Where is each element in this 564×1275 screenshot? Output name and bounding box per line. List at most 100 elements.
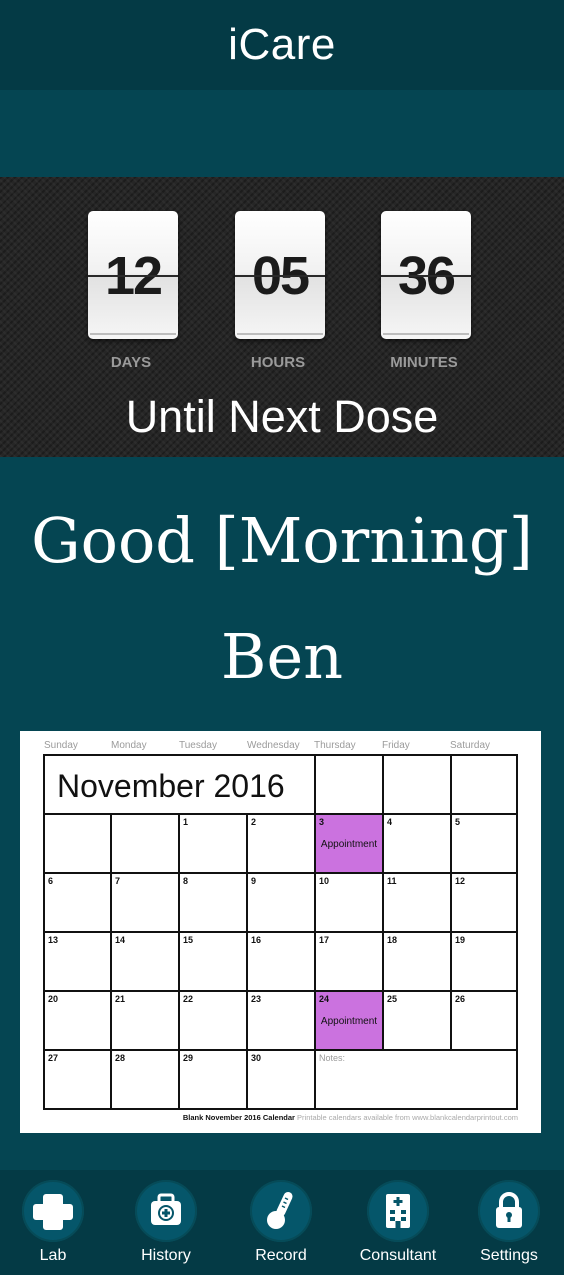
weekday-label: Friday: [382, 740, 410, 751]
tab-settings-label: Settings: [480, 1247, 538, 1264]
greeting-text: Good [Morning]: [31, 504, 533, 577]
calendar-empty-cell: [384, 756, 452, 815]
tab-consultant-label: Consultant: [359, 1247, 437, 1264]
calendar-footer-source: Printable calendars available from www.b…: [297, 1113, 518, 1122]
calendar[interactable]: November 2016 1 2 3 Appointment 4 5 6 7 8 9 10 11 12 1…: [20, 731, 541, 1133]
day-number: 11: [387, 876, 397, 886]
weekday-label: Sunday: [44, 740, 78, 751]
day-number: 1: [183, 817, 189, 827]
appointment-day-cell[interactable]: 24 Appointment: [316, 992, 384, 1051]
calendar-day-cell[interactable]: 26: [452, 992, 518, 1051]
calendar-day-cell[interactable]: 4: [384, 815, 452, 874]
minutes-label: MINUTES: [390, 354, 458, 371]
hours-value: 05: [251, 246, 310, 306]
appointment-day-cell[interactable]: 3 Appointment: [316, 815, 384, 874]
calendar-day-cell[interactable]: 30: [248, 1051, 316, 1108]
calendar-day-cell[interactable]: 20: [45, 992, 112, 1051]
calendar-day-cell[interactable]: 29: [180, 1051, 248, 1108]
app-header: iCare: [0, 0, 564, 90]
calendar-grid: November 2016 1 2 3 Appointment 4 5 6 7 8 9 10 11 12 1…: [43, 754, 518, 1110]
calendar-day-cell[interactable]: 18: [384, 933, 452, 992]
day-number: 7: [115, 876, 121, 886]
day-number: 8: [183, 876, 189, 886]
calendar-day-cell[interactable]: 8: [180, 874, 248, 933]
calendar-empty-cell: [112, 815, 180, 874]
day-number: 16: [251, 935, 262, 945]
user-name: Ben: [220, 620, 344, 693]
day-number: 24: [319, 994, 330, 1004]
weekday-label: Saturday: [450, 740, 491, 751]
day-number: 2: [251, 817, 257, 827]
calendar-empty-cell: [316, 756, 384, 815]
day-number: 17: [319, 935, 330, 945]
calendar-day-cell[interactable]: 11: [384, 874, 452, 933]
day-number: 6: [48, 876, 54, 886]
notes-label: Notes:: [319, 1053, 346, 1063]
day-number: 4: [387, 817, 393, 827]
tab-record[interactable]: Record: [226, 1180, 336, 1275]
day-number: 20: [48, 994, 59, 1004]
calendar-day-cell[interactable]: 7: [112, 874, 180, 933]
thermometer-icon: [250, 1180, 312, 1242]
tab-lab-label: Lab: [39, 1247, 67, 1264]
medical-bag-icon: [135, 1180, 197, 1242]
tab-record-label: Record: [255, 1247, 307, 1264]
calendar-day-cell[interactable]: 13: [45, 933, 112, 992]
app-title: iCare: [228, 20, 336, 69]
weekday-label: Tuesday: [179, 740, 217, 751]
calendar-day-cell[interactable]: 23: [248, 992, 316, 1051]
calendar-day-cell[interactable]: 10: [316, 874, 384, 933]
hours-label: HOURS: [250, 354, 306, 371]
day-number: 13: [48, 935, 59, 945]
calendar-day-cell[interactable]: 12: [452, 874, 518, 933]
appointment-label: Appointment: [320, 1016, 378, 1027]
calendar-footer: Blank November 2016 Calendar Printable c…: [183, 1113, 518, 1122]
weekday-label: Wednesday: [247, 740, 300, 751]
tab-settings[interactable]: Settings: [454, 1180, 564, 1275]
calendar-footer-title: Blank November 2016 Calendar: [182, 1113, 295, 1122]
calendar-day-cell[interactable]: 19: [452, 933, 518, 992]
day-number: 3: [319, 817, 325, 827]
day-number: 27: [48, 1053, 59, 1063]
bottom-tab-bar: Lab History Record Consultant Settings: [0, 1170, 564, 1275]
tab-lab[interactable]: Lab: [0, 1180, 108, 1275]
days-label: DAYS: [110, 354, 152, 371]
day-number: 21: [115, 994, 126, 1004]
day-number: 29: [183, 1053, 194, 1063]
calendar-month-title: November 2016: [57, 768, 285, 804]
calendar-day-cell[interactable]: 6: [45, 874, 112, 933]
lock-icon: [478, 1180, 540, 1242]
calendar-day-cell[interactable]: 25: [384, 992, 452, 1051]
calendar-day-cell[interactable]: 28: [112, 1051, 180, 1108]
calendar-day-cell[interactable]: 9: [248, 874, 316, 933]
minutes-flip-card: 36: [381, 211, 471, 339]
calendar-day-cell[interactable]: 14: [112, 933, 180, 992]
calendar-day-cell[interactable]: 17: [316, 933, 384, 992]
tab-history[interactable]: History: [111, 1180, 221, 1275]
weekday-label: Thursday: [314, 740, 356, 751]
countdown-caption: Until Next Dose: [125, 391, 439, 442]
calendar-day-cell[interactable]: 16: [248, 933, 316, 992]
day-number: 12: [455, 876, 466, 886]
day-number: 22: [183, 994, 194, 1004]
day-number: 9: [251, 876, 257, 886]
calendar-day-cell[interactable]: 5: [452, 815, 518, 874]
calendar-notes-cell[interactable]: Notes:: [316, 1051, 518, 1108]
calendar-day-cell[interactable]: 2: [248, 815, 316, 874]
calendar-day-cell[interactable]: 21: [112, 992, 180, 1051]
tab-history-label: History: [141, 1247, 191, 1264]
day-number: 14: [115, 935, 126, 945]
day-number: 10: [319, 876, 330, 886]
weekday-label: Monday: [111, 740, 147, 751]
calendar-day-cell[interactable]: 27: [45, 1051, 112, 1108]
day-number: 23: [251, 994, 262, 1004]
calendar-day-cell[interactable]: 22: [180, 992, 248, 1051]
calendar-day-cell[interactable]: 1: [180, 815, 248, 874]
days-flip-card: 12: [88, 211, 178, 339]
calendar-empty-cell: [45, 815, 112, 874]
calendar-title-cell: November 2016: [45, 756, 316, 815]
tab-consultant[interactable]: Consultant: [343, 1180, 453, 1275]
calendar-day-cell[interactable]: 15: [180, 933, 248, 992]
appointment-label: Appointment: [320, 839, 378, 850]
day-number: 18: [387, 935, 398, 945]
